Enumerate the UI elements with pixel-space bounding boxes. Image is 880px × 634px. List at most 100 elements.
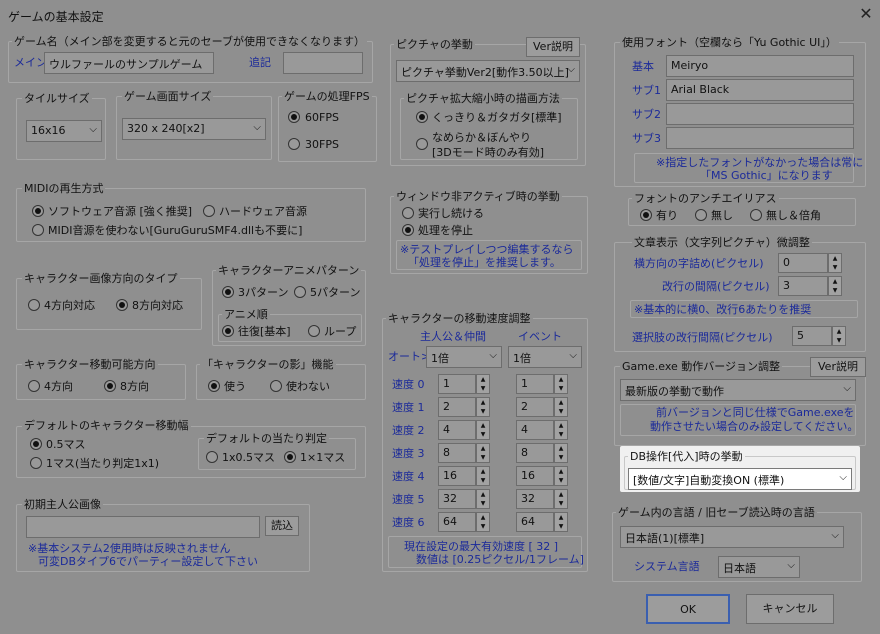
midi-soft-radio[interactable] xyxy=(32,205,44,217)
speed-hero-input[interactable]: 2 xyxy=(438,397,476,417)
dir-8-radio[interactable] xyxy=(116,299,128,311)
text-note: ※基本的に横0、改行6あたりを推奨 xyxy=(634,303,812,316)
speed-event-spinner[interactable]: ▲ ▼ xyxy=(554,374,568,394)
db-operation-label: DB操作[代入]時の挙動 xyxy=(628,450,745,463)
db-operation-select[interactable]: [数値/文字]自動変換ON (標準) ⌵ xyxy=(628,468,852,490)
speed-hero-spinner[interactable]: ▲ ▼ xyxy=(476,420,490,440)
anim-5-radio[interactable] xyxy=(294,286,306,298)
speed-event-input[interactable]: 64 xyxy=(516,512,554,532)
scale-sharp-radio[interactable] xyxy=(416,111,428,123)
shadow-off-radio[interactable] xyxy=(270,380,282,392)
speed-hero-input[interactable]: 1 xyxy=(438,374,476,394)
inactive-stop-radio[interactable] xyxy=(402,224,414,236)
fps-60-radio[interactable] xyxy=(288,111,300,123)
speed-event-input[interactable]: 16 xyxy=(516,466,554,486)
ok-button[interactable]: OK xyxy=(646,594,730,624)
speed-col-hero: 主人公＆仲間 xyxy=(420,330,486,343)
main-name-input[interactable]: ウルファールのサンプルゲーム xyxy=(44,52,214,74)
inactive-run-label: 実行し続ける xyxy=(418,207,484,220)
speed-event-input[interactable]: 32 xyxy=(516,489,554,509)
anim-order-loop-radio[interactable] xyxy=(308,325,320,337)
screen-size-select[interactable]: 320 x 240[x2] ⌵ xyxy=(122,118,266,140)
hit-half-radio[interactable] xyxy=(206,451,218,463)
picture-scale-label: ピクチャ拡大縮小時の描画方法 xyxy=(404,92,562,105)
tile-size-select[interactable]: 16x16 ⌵ xyxy=(26,120,102,142)
language-select[interactable]: 日本語(1)[標準] ⌵ xyxy=(620,526,844,548)
hspace-spinner[interactable]: ▲ ▼ xyxy=(828,253,842,273)
speed-event-spinner[interactable]: ▲ ▼ xyxy=(554,420,568,440)
chevron-down-icon: ⌵ xyxy=(89,124,97,135)
choice-input[interactable]: 5 xyxy=(792,326,832,346)
speed-event-spinner[interactable]: ▲ ▼ xyxy=(554,466,568,486)
main-name-label: メイン xyxy=(14,56,47,69)
speed-row-label: 速度 2 xyxy=(392,424,425,437)
exe-version-select[interactable]: 最新版の挙動で動作 ⌵ xyxy=(620,379,856,401)
speed-auto-hero-select[interactable]: 1倍 ⌵ xyxy=(426,346,502,368)
movable-4-radio[interactable] xyxy=(28,380,40,392)
choice-spinner[interactable]: ▲ ▼ xyxy=(832,326,846,346)
speed-event-input[interactable]: 8 xyxy=(516,443,554,463)
scale-smooth-radio[interactable] xyxy=(416,138,428,150)
aa-double-radio[interactable] xyxy=(750,209,762,221)
speed-hero-spinner[interactable]: ▲ ▼ xyxy=(476,512,490,532)
shadow-on-radio[interactable] xyxy=(208,380,220,392)
fps-30-radio[interactable] xyxy=(288,138,300,150)
speed-event-input[interactable]: 1 xyxy=(516,374,554,394)
speed-hero-input[interactable]: 8 xyxy=(438,443,476,463)
close-icon[interactable]: ✕ xyxy=(856,4,876,24)
exe-help-button[interactable]: Ver説明 xyxy=(810,357,866,377)
dir-4-radio[interactable] xyxy=(28,299,40,311)
font-sub3-input[interactable] xyxy=(666,127,854,149)
hit-full-radio[interactable] xyxy=(284,451,296,463)
language-label: ゲーム内の言語 / 旧セーブ読込時の言語 xyxy=(616,506,817,519)
game-name-label: ゲーム名（メイン部を変更すると元のセーブが使用できなくなります） xyxy=(12,35,368,48)
speed-event-spinner[interactable]: ▲ ▼ xyxy=(554,397,568,417)
movable-8-radio[interactable] xyxy=(104,380,116,392)
aa-off-radio[interactable] xyxy=(695,209,707,221)
speed-hero-spinner[interactable]: ▲ ▼ xyxy=(476,489,490,509)
speed-event-input[interactable]: 4 xyxy=(516,420,554,440)
width-half-radio[interactable] xyxy=(30,438,42,450)
sub-name-input[interactable] xyxy=(283,52,363,74)
midi-none-radio[interactable] xyxy=(32,224,44,236)
speed-event-input[interactable]: 2 xyxy=(516,397,554,417)
cancel-button[interactable]: キャンセル xyxy=(746,594,834,624)
speed-hero-spinner[interactable]: ▲ ▼ xyxy=(476,466,490,486)
hero-image-input[interactable] xyxy=(26,516,260,538)
speed-hero-spinner[interactable]: ▲ ▼ xyxy=(476,397,490,417)
line-input[interactable]: 3 xyxy=(778,276,828,296)
anim-order-loop-label: ループ xyxy=(324,325,357,338)
speed-row-label: 速度 0 xyxy=(392,378,425,391)
width-full-radio[interactable] xyxy=(30,457,42,469)
speed-hero-input[interactable]: 16 xyxy=(438,466,476,486)
anim-order-round-radio[interactable] xyxy=(222,325,234,337)
move-width-label: デフォルトのキャラクター移動幅 xyxy=(22,419,191,432)
hit-half-label: 1x0.5マス xyxy=(222,451,276,464)
speed-event-spinner[interactable]: ▲ ▼ xyxy=(554,443,568,463)
font-basic-input[interactable]: Meiryo xyxy=(666,55,854,77)
hspace-input[interactable]: 0 xyxy=(778,253,828,273)
inactive-run-radio[interactable] xyxy=(402,207,414,219)
anim-3-radio[interactable] xyxy=(222,286,234,298)
speed-hero-input[interactable]: 4 xyxy=(438,420,476,440)
speed-event-spinner[interactable]: ▲ ▼ xyxy=(554,489,568,509)
picture-select[interactable]: ピクチャ挙動Ver2[動作3.50以上] ⌵ xyxy=(396,60,580,82)
speed-event-spinner[interactable]: ▲ ▼ xyxy=(554,512,568,532)
speed-hero-input[interactable]: 32 xyxy=(438,489,476,509)
speed-hero-spinner[interactable]: ▲ ▼ xyxy=(476,374,490,394)
hero-read-button[interactable]: 読込 xyxy=(265,516,299,536)
anim-3-label: 3パターン xyxy=(238,286,289,299)
speed-hero-spinner[interactable]: ▲ ▼ xyxy=(476,443,490,463)
tile-size-label: タイルサイズ xyxy=(22,92,92,105)
font-sub1-input[interactable]: Arial Black xyxy=(666,79,854,101)
aa-on-radio[interactable] xyxy=(640,209,652,221)
midi-hard-radio[interactable] xyxy=(203,205,215,217)
line-spinner[interactable]: ▲ ▼ xyxy=(828,276,842,296)
speed-hero-input[interactable]: 64 xyxy=(438,512,476,532)
system-language-select[interactable]: 日本語 ⌵ xyxy=(718,556,800,578)
speed-label: キャラクターの移動速度調整 xyxy=(386,312,533,325)
picture-help-button[interactable]: Ver説明 xyxy=(526,37,580,57)
speed-auto-event-select[interactable]: 1倍 ⌵ xyxy=(508,346,582,368)
font-sub2-input[interactable] xyxy=(666,103,854,125)
font-label: 使用フォント（空欄なら「Yu Gothic UI」） xyxy=(620,36,839,49)
